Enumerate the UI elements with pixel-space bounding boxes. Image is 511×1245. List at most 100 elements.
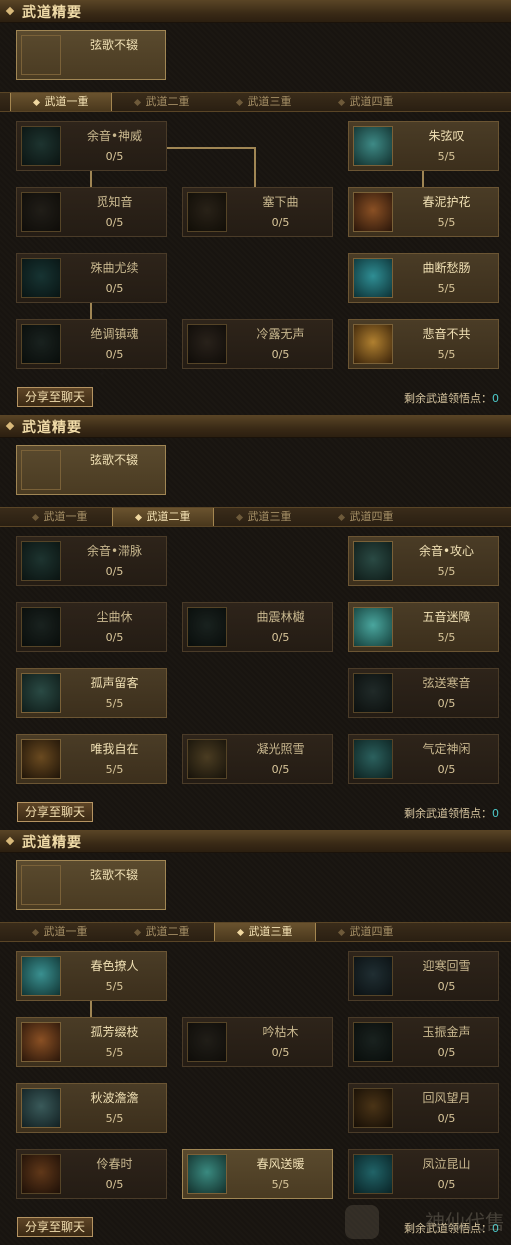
skill-name: 觅知音 (96, 195, 133, 209)
sword-icon (21, 673, 61, 713)
tab-4[interactable]: 武道四重 (316, 508, 416, 526)
skill-level: 0/5 (105, 216, 124, 229)
skill-card[interactable]: 唯我自在 5/5 (16, 734, 167, 784)
skill-card[interactable]: 余音•攻心 5/5 (348, 536, 499, 586)
share-to-chat-button[interactable]: 分享至聊天 (17, 1217, 93, 1237)
skill-level: 0/5 (105, 348, 124, 361)
skill-card[interactable]: 凝光照雪 0/5 (182, 734, 333, 784)
skill-card[interactable]: 余音•滞脉 0/5 (16, 536, 167, 586)
skill-name: 春泥护花 (422, 195, 471, 209)
skill-name: 气定神闲 (422, 742, 471, 756)
skill-card[interactable]: 殊曲尤续 0/5 (16, 253, 167, 303)
skill-level: 5/5 (105, 763, 124, 776)
skill-card[interactable]: 春色撩人 5/5 (16, 951, 167, 1001)
skill-level: 0/5 (271, 763, 290, 776)
tab-2[interactable]: 武道二重 (112, 508, 214, 526)
skill-card[interactable]: 悲音不共 5/5 (348, 319, 499, 369)
skill-name: 迎寒回雪 (422, 959, 471, 973)
skill-level: 0/5 (437, 980, 456, 993)
tab-3[interactable]: 武道三重 (214, 93, 314, 111)
essence-name: 弦歌不辍 (89, 453, 138, 467)
spirit-icon (21, 324, 61, 364)
essence-card[interactable]: 弦歌不辍 (16, 30, 166, 80)
figure-icon (21, 739, 61, 779)
skill-card[interactable]: 孤芳缀枝 5/5 (16, 1017, 167, 1067)
skill-name: 吟枯木 (262, 1025, 299, 1039)
harp-icon (187, 192, 227, 232)
skill-card[interactable]: 春泥护花 5/5 (348, 187, 499, 237)
skill-level: 5/5 (105, 980, 124, 993)
skill-level: 0/5 (271, 348, 290, 361)
skill-level: 0/5 (271, 631, 290, 644)
skill-name: 玉振金声 (422, 1025, 471, 1039)
figure-icon (353, 1088, 393, 1128)
tab-1[interactable]: 武道一重 (10, 923, 110, 941)
sword-icon (21, 541, 61, 581)
tab-3[interactable]: 武道三重 (214, 508, 314, 526)
skill-name: 绝调镇魂 (90, 327, 139, 341)
share-to-chat-button[interactable]: 分享至聊天 (17, 387, 93, 407)
swirl-icon (353, 607, 393, 647)
tab-bar: 武道一重 武道二重 武道三重 武道四重 (0, 922, 511, 942)
skill-card[interactable]: 迎寒回雪 0/5 (348, 951, 499, 1001)
skill-level: 0/5 (105, 150, 124, 163)
flower-icon (21, 1154, 61, 1194)
essence-card[interactable]: 弦歌不辍 (16, 860, 166, 910)
skill-card[interactable]: 弦送寒音 0/5 (348, 668, 499, 718)
skill-card[interactable]: 秋波澹澹 5/5 (16, 1083, 167, 1133)
skill-card[interactable]: 回风望月 0/5 (348, 1083, 499, 1133)
harp-icon (21, 450, 61, 490)
skill-level: 5/5 (437, 150, 456, 163)
skill-card[interactable]: 吟枯木 0/5 (182, 1017, 333, 1067)
wind-icon (187, 1154, 227, 1194)
skill-card[interactable]: 余音•神威 0/5 (16, 121, 167, 171)
skill-card[interactable]: 尘曲休 0/5 (16, 602, 167, 652)
tab-4[interactable]: 武道四重 (316, 93, 416, 111)
skill-card[interactable]: 气定神闲 0/5 (348, 734, 499, 784)
skill-card[interactable]: 春风送暖 5/5 (182, 1149, 333, 1199)
section-title: 武道精要 (22, 420, 82, 436)
skill-card[interactable]: 伶春时 0/5 (16, 1149, 167, 1199)
skill-card[interactable]: 玉振金声 0/5 (348, 1017, 499, 1067)
skill-level: 5/5 (437, 348, 456, 361)
watermark-logo (345, 1205, 379, 1239)
tab-4[interactable]: 武道四重 (316, 923, 416, 941)
skill-card[interactable]: 凤泣昆山 0/5 (348, 1149, 499, 1199)
tab-2[interactable]: 武道二重 (112, 93, 212, 111)
share-to-chat-button[interactable]: 分享至聊天 (17, 802, 93, 822)
skill-card[interactable]: 朱弦叹 5/5 (348, 121, 499, 171)
skill-level: 0/5 (105, 282, 124, 295)
remaining-points: 剩余武道领悟点：0 (404, 807, 499, 820)
light-icon (187, 739, 227, 779)
skill-card[interactable]: 绝调镇魂 0/5 (16, 319, 167, 369)
ring-icon (353, 324, 393, 364)
tab-2[interactable]: 武道二重 (112, 923, 212, 941)
skill-card[interactable]: 孤声留客 5/5 (16, 668, 167, 718)
section-header: 武道精要 (0, 415, 511, 438)
skill-card[interactable]: 五音迷障 5/5 (348, 602, 499, 652)
skill-card[interactable]: 冷露无声 0/5 (182, 319, 333, 369)
skill-name: 孤声留客 (90, 676, 139, 690)
skill-level: 5/5 (437, 565, 456, 578)
tab-3[interactable]: 武道三重 (214, 923, 316, 941)
mist-icon (187, 324, 227, 364)
skill-level: 0/5 (105, 1178, 124, 1191)
skill-card[interactable]: 塞下曲 0/5 (182, 187, 333, 237)
sword-icon (353, 541, 393, 581)
section-title: 武道精要 (22, 835, 82, 851)
skill-level: 0/5 (437, 1112, 456, 1125)
skill-name: 冷露无声 (256, 327, 305, 341)
cloud-icon (353, 673, 393, 713)
connector-line (166, 147, 256, 149)
skill-level: 5/5 (437, 631, 456, 644)
skill-card[interactable]: 觅知音 0/5 (16, 187, 167, 237)
skill-card[interactable]: 曲震林樾 0/5 (182, 602, 333, 652)
tab-1[interactable]: 武道一重 (10, 508, 110, 526)
tab-1[interactable]: 武道一重 (10, 93, 112, 111)
harp-icon (21, 865, 61, 905)
essence-card[interactable]: 弦歌不辍 (16, 445, 166, 495)
skill-name: 凤泣昆山 (422, 1157, 471, 1171)
skill-card[interactable]: 曲断愁肠 5/5 (348, 253, 499, 303)
skill-name: 伶春时 (96, 1157, 133, 1171)
vortex-icon (353, 258, 393, 298)
